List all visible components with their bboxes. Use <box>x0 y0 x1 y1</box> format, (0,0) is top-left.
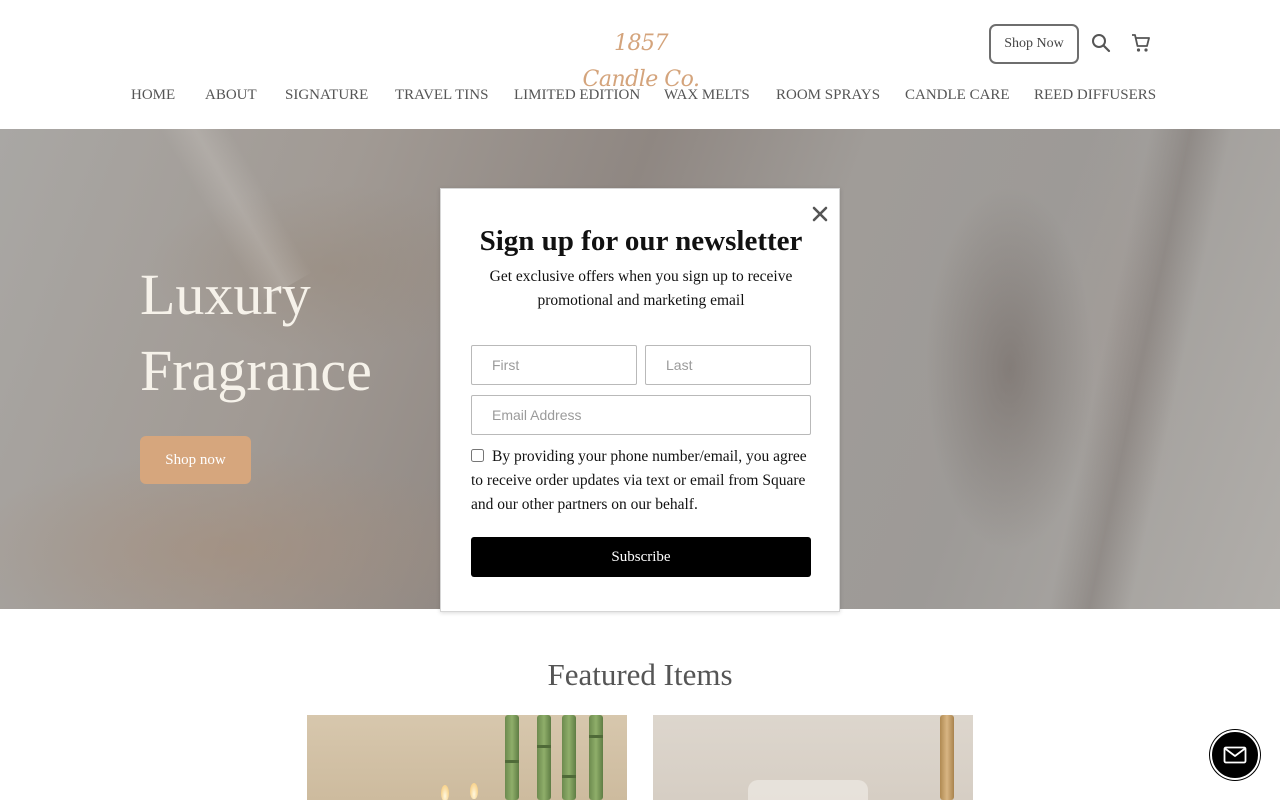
product-card[interactable] <box>307 715 627 800</box>
hero-title-line: Luxury <box>140 262 311 327</box>
logo[interactable]: 1857 Candle Co. <box>576 26 706 92</box>
site-header: 1857 Candle Co. Shop Now HOME ABOUT SIGN… <box>0 0 1280 129</box>
nav-item-about[interactable]: ABOUT <box>205 84 257 106</box>
contact-button[interactable] <box>1210 730 1260 780</box>
nav-item-signature[interactable]: SIGNATURE <box>285 84 368 106</box>
candle-flame <box>470 783 478 799</box>
product-image-detail <box>940 715 954 800</box>
featured-items-heading: Featured Items <box>547 657 733 692</box>
candle-flame <box>441 785 449 800</box>
mail-icon <box>1223 746 1247 764</box>
product-image-detail <box>562 715 576 800</box>
search-icon <box>1092 34 1111 53</box>
newsletter-modal: Sign up for our newsletter Get exclusive… <box>440 188 840 612</box>
search-button[interactable] <box>1088 30 1114 56</box>
shop-now-button[interactable]: Shop Now <box>989 24 1079 64</box>
nav-item-travel-tins[interactable]: TRAVEL TINS <box>395 84 488 106</box>
first-name-field[interactable] <box>471 345 637 385</box>
consent-text: By providing your phone number/email, yo… <box>471 448 807 513</box>
product-image-detail <box>505 715 519 800</box>
close-icon <box>812 206 828 222</box>
nav-item-home[interactable]: HOME <box>131 84 175 106</box>
nav-item-candle-care[interactable]: CANDLE CARE <box>905 84 1010 106</box>
modal-subtitle: Get exclusive offers when you sign up to… <box>489 268 793 309</box>
main-nav: HOME ABOUT SIGNATURE TRAVEL TINS LIMITED… <box>0 84 1280 108</box>
hero-title-line: Fragrance <box>140 338 372 403</box>
nav-item-limited-edition[interactable]: LIMITED EDITION <box>514 84 640 106</box>
modal-title: Sign up for our newsletter <box>479 225 803 257</box>
consent-checkbox[interactable] <box>471 449 484 462</box>
nav-item-room-sprays[interactable]: ROOM SPRAYS <box>776 84 880 106</box>
nav-item-wax-melts[interactable]: WAX MELTS <box>664 84 750 106</box>
product-card[interactable] <box>653 715 973 800</box>
hero-shop-now-button[interactable]: Shop now <box>140 436 251 484</box>
cart-icon <box>1132 34 1150 52</box>
product-image-detail <box>589 715 603 800</box>
cart-button[interactable] <box>1128 30 1154 56</box>
product-image-detail <box>537 715 551 800</box>
email-field[interactable] <box>471 395 811 435</box>
last-name-field[interactable] <box>645 345 811 385</box>
product-image-detail <box>748 780 868 800</box>
close-button[interactable] <box>809 203 831 225</box>
hero-background-detail <box>1046 129 1234 609</box>
hero-title: Luxury Fragrance <box>140 257 460 409</box>
subscribe-button[interactable]: Subscribe <box>471 537 811 577</box>
nav-item-reed-diffusers[interactable]: REED DIFFUSERS <box>1034 84 1156 106</box>
